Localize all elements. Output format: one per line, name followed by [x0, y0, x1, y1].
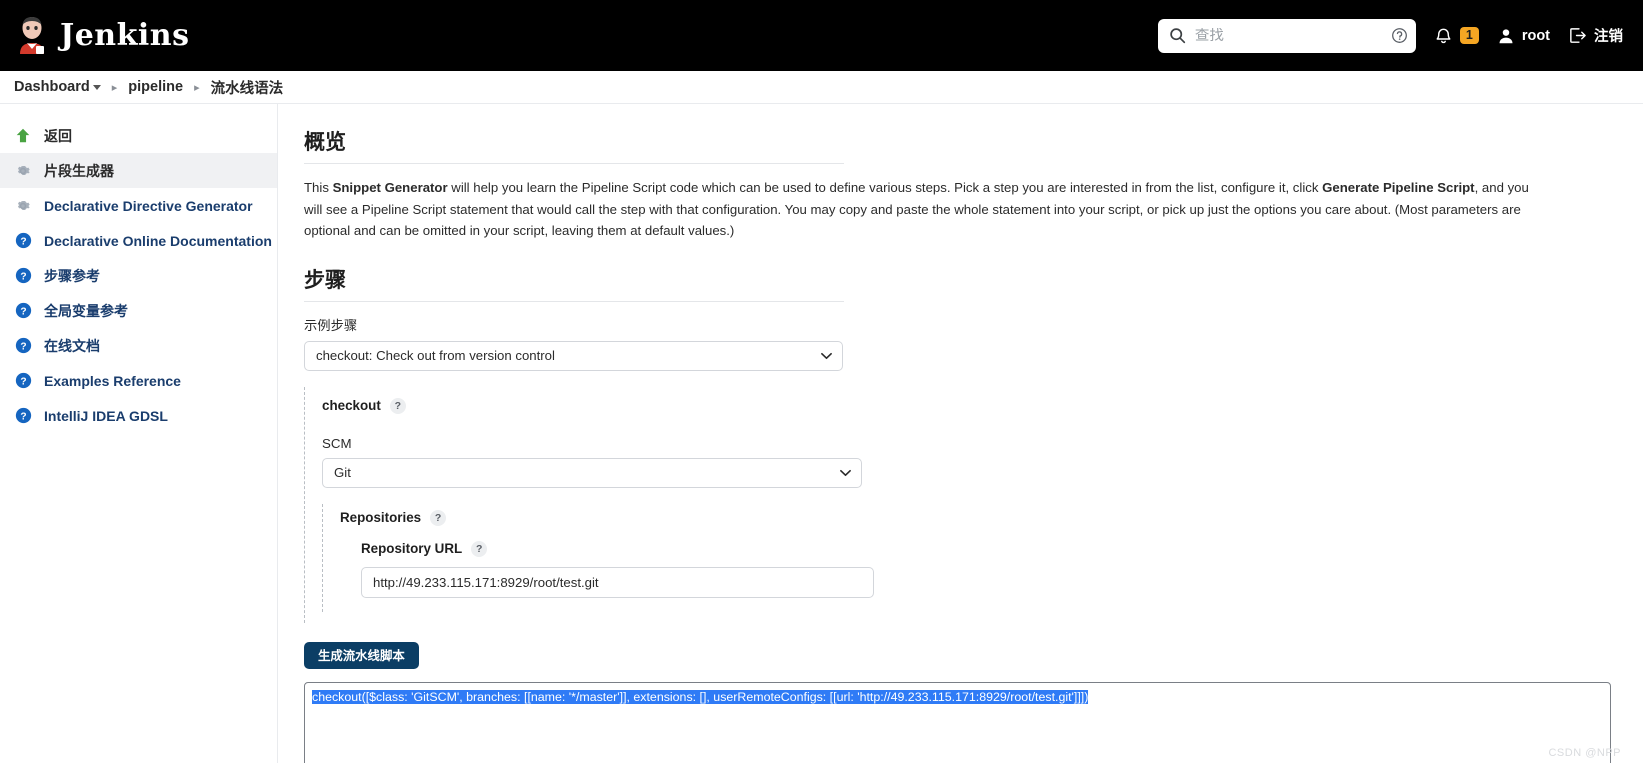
- sidebar-item-label: IntelliJ IDEA GDSL: [44, 407, 168, 424]
- svg-text:?: ?: [20, 306, 26, 317]
- svg-text:?: ?: [20, 341, 26, 352]
- page-body: 返回 片段生成器 Declarative Directive Generator: [0, 104, 1643, 763]
- main-content: 概览 This Snippet Generator will help you …: [278, 104, 1643, 763]
- sidebar-item-declarative-directive-generator[interactable]: Declarative Directive Generator: [0, 188, 277, 223]
- sidebar-item-label: Declarative Online Documentation: [44, 232, 272, 249]
- breadcrumb-item-pipeline-syntax[interactable]: 流水线语法: [211, 77, 284, 98]
- steps-divider: [304, 300, 844, 302]
- generated-script-text: checkout([$class: 'GitSCM', branches: [[…: [312, 689, 1089, 704]
- overview-title: 概览: [304, 131, 346, 154]
- help-icon[interactable]: ?: [471, 540, 488, 557]
- sidebar-item-label: Examples Reference: [44, 372, 181, 389]
- generate-pipeline-script-button[interactable]: 生成流水线脚本: [304, 641, 419, 669]
- scm-label: SCM: [322, 435, 352, 451]
- gear-icon: [13, 161, 33, 181]
- repository-url-label: Repository URL: [361, 541, 463, 557]
- repositories-header: Repositories ?: [340, 509, 1613, 526]
- help-circle-icon: ?: [13, 371, 33, 391]
- sidebar-item-online-documentation[interactable]: ? 在线文档: [0, 328, 277, 363]
- gear-icon: [13, 196, 33, 216]
- sample-step-label: 示例步骤: [304, 317, 358, 333]
- notification-count-badge: 1: [1459, 26, 1479, 45]
- help-icon[interactable]: ?: [389, 397, 406, 414]
- user-menu-root[interactable]: root: [1497, 27, 1550, 45]
- sidebar-item-label: 片段生成器: [44, 162, 114, 179]
- jenkins-butler-logo-icon: [14, 16, 50, 56]
- sample-step-select-wrap: checkout: Check out from version control: [304, 340, 843, 371]
- sidebar-item-label: 步骤参考: [44, 267, 100, 284]
- user-name-label: root: [1521, 27, 1550, 44]
- svg-text:?: ?: [20, 271, 26, 282]
- help-circle-icon: ?: [13, 301, 33, 321]
- scm-select-wrap: Git: [322, 457, 862, 488]
- repository-url-input[interactable]: [361, 566, 874, 598]
- overview-divider: [304, 163, 844, 164]
- jenkins-brand-text: Jenkins: [60, 18, 190, 53]
- sidebar-item-label: Declarative Directive Generator: [44, 197, 253, 214]
- overview-bold-2: Generate Pipeline Script: [1322, 180, 1475, 195]
- overview-bold-1: Snippet Generator: [332, 180, 448, 195]
- sample-step-select[interactable]: checkout: Check out from version control: [304, 340, 843, 371]
- repository-url-field: Repository URL ?: [340, 540, 1613, 598]
- checkout-header: checkout ?: [322, 397, 1613, 414]
- sidebar-item-label: 在线文档: [44, 337, 100, 354]
- scm-select[interactable]: Git: [322, 457, 862, 488]
- checkout-block: checkout ? SCM Git Repositories ? Reposi…: [304, 386, 1613, 623]
- help-circle-icon: ?: [13, 406, 33, 426]
- svg-text:?: ?: [20, 236, 26, 247]
- sidebar: 返回 片段生成器 Declarative Directive Generator: [0, 104, 278, 763]
- sidebar-item-examples-reference[interactable]: ? Examples Reference: [0, 363, 277, 398]
- repositories-block: Repositories ? Repository URL ?: [322, 503, 1613, 612]
- svg-text:?: ?: [20, 411, 26, 422]
- overview-text-2: will help you learn the Pipeline Script …: [447, 180, 1323, 195]
- breadcrumb-item-dashboard[interactable]: Dashboard: [14, 79, 101, 95]
- breadcrumb-separator: ▸: [111, 81, 118, 94]
- svg-text:?: ?: [20, 376, 26, 387]
- overview-text-1: This: [304, 180, 333, 195]
- up-arrow-icon: [13, 126, 33, 146]
- help-icon[interactable]: ?: [430, 509, 447, 526]
- repositories-name-label: Repositories: [340, 510, 422, 526]
- watermark: CSDN @NPP: [1548, 747, 1621, 759]
- repository-url-header: Repository URL ?: [361, 540, 1613, 557]
- breadcrumb-separator: ▸: [194, 81, 200, 94]
- checkout-name-label: checkout: [322, 398, 381, 414]
- bell-icon: [1434, 26, 1453, 45]
- sidebar-item-label: 返回: [44, 127, 72, 144]
- sidebar-item-back[interactable]: 返回: [0, 118, 277, 153]
- search-input[interactable]: [1194, 27, 1382, 44]
- sidebar-item-global-variable-reference[interactable]: ? 全局变量参考: [0, 293, 277, 328]
- sidebar-item-declarative-online-documentation[interactable]: ? Declarative Online Documentation: [0, 223, 277, 258]
- sidebar-item-step-reference[interactable]: ? 步骤参考: [0, 258, 277, 293]
- question-circle-icon[interactable]: [1391, 27, 1408, 44]
- sidebar-item-snippet-generator[interactable]: 片段生成器: [0, 153, 277, 188]
- sidebar-item-label: 全局变量参考: [44, 302, 128, 319]
- help-circle-icon: ?: [13, 266, 33, 286]
- top-header: Jenkins 查找 1 root 注销: [0, 0, 1643, 71]
- logout-icon: [1568, 26, 1587, 45]
- search-icon: [1169, 27, 1186, 44]
- sidebar-item-intellij-idea-gdsl[interactable]: ? IntelliJ IDEA GDSL: [0, 398, 277, 433]
- breadcrumb: Dashboard ▸ pipeline ▸ 流水线语法: [0, 71, 1643, 104]
- help-circle-icon: ?: [13, 231, 33, 251]
- search-box[interactable]: [1157, 18, 1416, 53]
- header-actions: 1 root 注销: [1157, 0, 1623, 71]
- notifications-button[interactable]: 1: [1434, 26, 1479, 45]
- help-circle-icon: ?: [13, 336, 33, 356]
- logout-label: 注销: [1594, 29, 1623, 45]
- breadcrumb-label: Dashboard: [14, 79, 90, 95]
- steps-title: 步骤: [304, 268, 346, 292]
- overview-paragraph: This Snippet Generator will help you lea…: [304, 177, 1539, 242]
- generated-script-output[interactable]: checkout([$class: 'GitSCM', branches: [[…: [304, 681, 1611, 763]
- chevron-down-icon[interactable]: [92, 84, 101, 90]
- logout-button[interactable]: 注销: [1568, 25, 1623, 46]
- jenkins-home-link[interactable]: Jenkins: [14, 16, 189, 56]
- breadcrumb-item-pipeline[interactable]: pipeline: [128, 79, 183, 95]
- person-icon: [1497, 27, 1515, 45]
